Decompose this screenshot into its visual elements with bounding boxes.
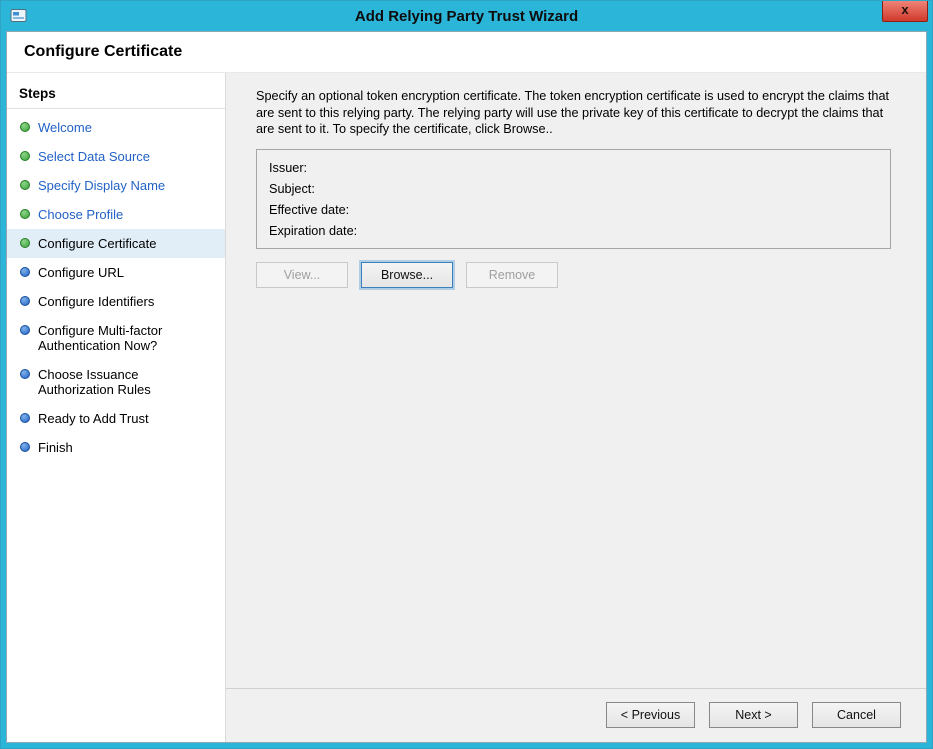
view-button[interactable]: View... bbox=[256, 262, 348, 288]
step-status-icon bbox=[20, 122, 30, 132]
step-status-icon bbox=[20, 209, 30, 219]
sidebar-step-choose-issuance-authorization-rules: Choose Issuance Authorization Rules bbox=[7, 360, 225, 404]
cancel-button[interactable]: Cancel bbox=[812, 702, 901, 728]
sidebar-step-configure-identifiers: Configure Identifiers bbox=[7, 287, 225, 316]
step-label: Choose Profile bbox=[38, 207, 123, 222]
steps-heading: Steps bbox=[7, 78, 225, 109]
step-status-icon bbox=[20, 238, 30, 248]
step-label: Select Data Source bbox=[38, 149, 150, 164]
issuer-field-label: Issuer: bbox=[269, 158, 878, 179]
main-content: Specify an optional token encryption cer… bbox=[226, 73, 926, 742]
step-label: Configure Certificate bbox=[38, 236, 157, 251]
step-label: Ready to Add Trust bbox=[38, 411, 149, 426]
step-status-icon bbox=[20, 151, 30, 161]
step-status-icon bbox=[20, 296, 30, 306]
titlebar[interactable]: Add Relying Party Trust Wizard x bbox=[1, 1, 932, 31]
step-label: Finish bbox=[38, 440, 73, 455]
subject-field-label: Subject: bbox=[269, 179, 878, 200]
sidebar-step-welcome: Welcome bbox=[7, 113, 225, 142]
app-icon bbox=[10, 7, 28, 25]
sidebar-step-finish: Finish bbox=[7, 433, 225, 462]
browse-button[interactable]: Browse... bbox=[361, 262, 453, 288]
step-status-icon bbox=[20, 325, 30, 335]
step-status-icon bbox=[20, 369, 30, 379]
sidebar-step-select-data-source: Select Data Source bbox=[7, 142, 225, 171]
remove-button[interactable]: Remove bbox=[466, 262, 558, 288]
sidebar-step-choose-profile: Choose Profile bbox=[7, 200, 225, 229]
sidebar-step-ready-to-add-trust: Ready to Add Trust bbox=[7, 404, 225, 433]
step-status-icon bbox=[20, 413, 30, 423]
next-button[interactable]: Next > bbox=[709, 702, 798, 728]
step-label: Configure Identifiers bbox=[38, 294, 154, 309]
expiration-date-field-label: Expiration date: bbox=[269, 221, 878, 242]
instruction-text: Specify an optional token encryption cer… bbox=[256, 88, 896, 138]
sidebar-step-specify-display-name: Specify Display Name bbox=[7, 171, 225, 200]
previous-button[interactable]: < Previous bbox=[606, 702, 695, 728]
step-label: Welcome bbox=[38, 120, 92, 135]
sidebar-step-configure-certificate: Configure Certificate bbox=[7, 229, 225, 258]
window-title: Add Relying Party Trust Wizard bbox=[1, 8, 932, 25]
step-label: Specify Display Name bbox=[38, 178, 165, 193]
step-label: Configure Multi-factor Authentication No… bbox=[38, 323, 190, 353]
sidebar-step-configure-multi-factor-authentication-now: Configure Multi-factor Authentication No… bbox=[7, 316, 225, 360]
step-label: Choose Issuance Authorization Rules bbox=[38, 367, 190, 397]
step-status-icon bbox=[20, 180, 30, 190]
page-title: Configure Certificate bbox=[7, 32, 926, 73]
close-button[interactable]: x bbox=[882, 1, 928, 22]
wizard-navigation: < Previous Next > Cancel bbox=[226, 688, 926, 728]
sidebar-step-configure-url: Configure URL bbox=[7, 258, 225, 287]
window-body: Configure Certificate Steps Welcome Selec… bbox=[6, 31, 927, 743]
certificate-actions: View... Browse... Remove bbox=[256, 262, 896, 288]
step-status-icon bbox=[20, 442, 30, 452]
wizard-window: Add Relying Party Trust Wizard x Configu… bbox=[0, 0, 933, 749]
steps-sidebar: Steps Welcome Select Data Source Specify D… bbox=[7, 73, 226, 742]
certificate-panel: Issuer: Subject: Effective date: Expirat… bbox=[256, 149, 891, 249]
steps-list: Welcome Select Data Source Specify Display… bbox=[7, 113, 225, 462]
step-label: Configure URL bbox=[38, 265, 124, 280]
step-status-icon bbox=[20, 267, 30, 277]
effective-date-field-label: Effective date: bbox=[269, 200, 878, 221]
